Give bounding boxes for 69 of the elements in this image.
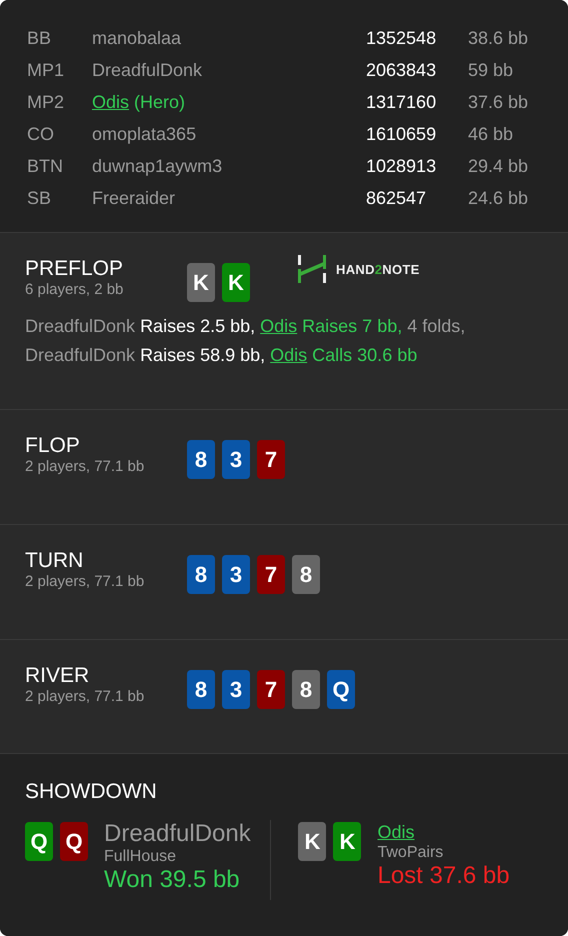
position-label: CO — [27, 124, 55, 144]
stack-bb: 46 bb — [468, 124, 514, 144]
playing-card: 7 — [257, 555, 285, 594]
action-text: 4 folds, — [407, 316, 466, 337]
stack-value: 1610659 — [366, 124, 438, 144]
logo-icon — [298, 255, 326, 283]
playing-card: 3 — [222, 670, 250, 709]
player-name: Freeraider — [92, 188, 176, 208]
player-name: DreadfulDonk — [25, 316, 136, 337]
action-text: Raises 58.9 bb, — [140, 345, 266, 366]
showdown-title: SHOWDOWN — [25, 780, 158, 804]
stack-bb: 38.6 bb — [468, 28, 530, 48]
playing-card: 8 — [187, 670, 215, 709]
playing-card: 8 — [292, 670, 320, 709]
playing-card: 3 — [222, 555, 250, 594]
hand-result: Won 39.5 bb — [104, 866, 241, 894]
hero-link[interactable]: Odis — [270, 345, 308, 366]
position-label: BB — [27, 28, 52, 48]
street-title: RIVER — [25, 664, 90, 688]
hand-combo: FullHouse — [104, 848, 178, 866]
stack-bb: 24.6 bb — [468, 188, 530, 208]
stack-value: 1352548 — [366, 28, 438, 48]
playing-card: 8 — [187, 440, 215, 479]
playing-card: 3 — [222, 440, 250, 479]
stack-bb: 29.4 bb — [468, 156, 530, 176]
playing-card: 7 — [257, 670, 285, 709]
playing-card: K — [187, 263, 215, 302]
street-title: FLOP — [25, 434, 81, 458]
street-title: PREFLOP — [25, 257, 124, 281]
player-name: manobalaa — [92, 28, 182, 48]
playing-card: Q — [327, 670, 355, 709]
playing-card: K — [333, 822, 362, 861]
street-info: 2 players, 77.1 bb — [25, 573, 146, 591]
logo-text: HAND2NOTE — [336, 262, 420, 276]
playing-card: K — [222, 263, 250, 302]
street-info: 2 players, 77.1 bb — [25, 688, 146, 706]
player-name: duwnap1aywm3 — [92, 156, 222, 176]
street-info: 6 players, 2 bb — [25, 281, 124, 299]
action-text: Raises 2.5 bb, — [140, 316, 256, 337]
hand-combo: TwoPairs — [377, 844, 444, 862]
hero-link[interactable]: Odis — [377, 820, 510, 844]
playing-card: 8 — [187, 555, 215, 594]
hand-result: Lost 37.6 bb — [377, 862, 510, 890]
hero-tag: (Hero) — [134, 92, 186, 112]
action-text: Calls 30.6 bb — [312, 345, 418, 366]
hero-link[interactable]: Odis — [260, 316, 298, 337]
player-name: DreadfulDonk — [104, 820, 251, 848]
action-text: Raises 7 bb, — [302, 316, 402, 337]
street-title: TURN — [25, 549, 84, 573]
stack-value: 862547 — [366, 188, 428, 208]
stack-value: 2063843 — [366, 60, 438, 80]
player-name: DreadfulDonk — [25, 345, 136, 366]
playing-card: K — [298, 822, 326, 861]
stack-bb: 37.6 bb — [468, 92, 530, 112]
player-name: omoplata365 — [92, 124, 196, 144]
street-info: 2 players, 77.1 bb — [25, 458, 146, 476]
hero-link[interactable]: Odis — [92, 92, 130, 112]
player-name: DreadfulDonk — [92, 60, 202, 80]
playing-card: 8 — [292, 555, 320, 594]
position-label: MP1 — [27, 60, 66, 80]
playing-card: Q — [60, 822, 88, 861]
stack-bb: 59 bb — [468, 60, 514, 80]
position-label: SB — [27, 188, 52, 208]
stack-value: 1317160 — [366, 92, 438, 112]
playing-card: 7 — [257, 440, 285, 479]
stack-value: 1028913 — [366, 156, 438, 176]
position-label: BTN — [27, 156, 64, 176]
position-label: MP2 — [27, 92, 66, 112]
playing-card: Q — [25, 822, 53, 861]
